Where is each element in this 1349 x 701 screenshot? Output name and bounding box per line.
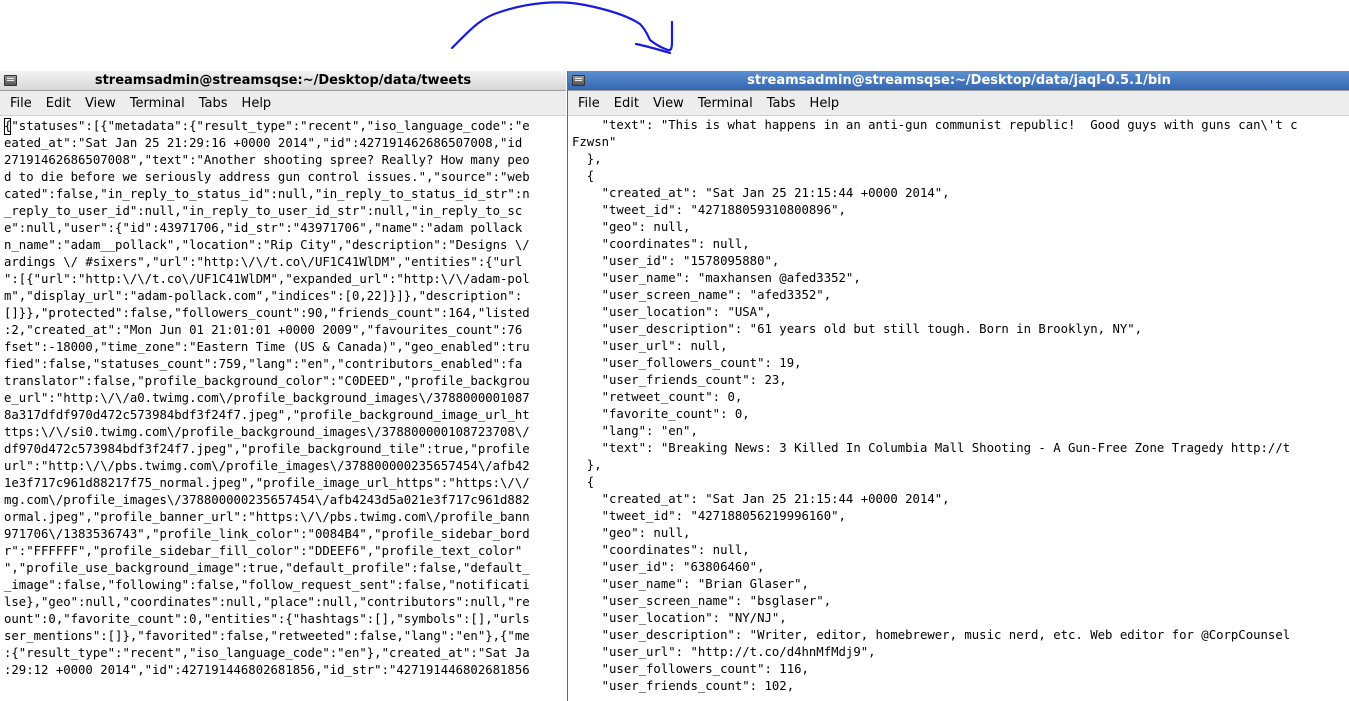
terminal-line: "user_id": "63806460", <box>572 560 765 574</box>
terminal-window-tweets[interactable]: streamsadmin@streamsqse:~/Desktop/data/t… <box>0 71 566 701</box>
terminal-window-jaql[interactable]: streamsadmin@streamsqse:~/Desktop/data/j… <box>567 71 1349 701</box>
terminal-line: "user_followers_count": 116, <box>572 662 809 676</box>
terminal-line: url":"http:\/\/pbs.twimg.com\/profile_im… <box>4 459 530 473</box>
terminal-line: "user_friends_count": 23, <box>572 373 787 387</box>
terminal-line: Fzwsn" <box>572 135 617 149</box>
terminal-line: "geo": null, <box>572 220 691 234</box>
menu-view[interactable]: View <box>646 96 691 111</box>
window-title: streamsadmin@streamsqse:~/Desktop/data/j… <box>747 73 1171 88</box>
terminal-line: "text": "Breaking News: 3 Killed In Colu… <box>572 441 1291 455</box>
terminal-line: mg.com\/profile_images\/3788000002356574… <box>4 493 530 507</box>
terminal-line: lse},"geo":null,"coordinates":null,"plac… <box>4 595 530 609</box>
menu-help[interactable]: Help <box>803 96 847 111</box>
terminal-line: "user_friends_count": 102, <box>572 679 795 693</box>
terminal-line: "user_location": "NY/NJ", <box>572 611 787 625</box>
terminal-line: eated_at":"Sat Jan 25 21:29:16 +0000 201… <box>4 136 523 150</box>
terminal-line: _reply_to_user_id":null,"in_reply_to_use… <box>4 204 523 218</box>
terminal-line: }, <box>572 152 602 166</box>
terminal-line: 27191462686507008","text":"Another shoot… <box>4 153 530 167</box>
menu-edit[interactable]: Edit <box>607 96 646 111</box>
terminal-line: _image":false,"following":false,"follow_… <box>4 578 530 592</box>
terminal-line: {"statuses":[{"metadata":{"result_type":… <box>4 119 530 133</box>
terminal-line: "lang": "en", <box>572 424 698 438</box>
terminal-line: :{"result_type":"recent","iso_language_c… <box>4 646 530 660</box>
menu-terminal[interactable]: Terminal <box>123 96 192 111</box>
terminal-line: "tweet_id": "427188059310800896", <box>572 203 846 217</box>
terminal-line: ount":0,"favorite_count":0,"entities":{"… <box>4 612 530 626</box>
menu-terminal[interactable]: Terminal <box>691 96 760 111</box>
terminal-line: "coordinates": null, <box>572 543 750 557</box>
terminal-line: fset":-18000,"time_zone":"Eastern Time (… <box>4 340 530 354</box>
terminal-line: :2,"created_at":"Mon Jun 01 21:01:01 +00… <box>4 323 523 337</box>
terminal-line: e":null,"user":{"id":43971706,"id_str":"… <box>4 221 523 235</box>
menu-edit[interactable]: Edit <box>39 96 78 111</box>
terminal-line: { <box>572 475 595 489</box>
terminal-output[interactable]: "text": "This is what happens in an anti… <box>568 116 1349 695</box>
terminal-line: 1e3f717c961d88217f75_normal.jpeg","profi… <box>4 476 530 490</box>
terminal-line: ","profile_use_background_image":true,"d… <box>4 561 530 575</box>
terminal-line: []}},"protected":false,"followers_count"… <box>4 306 530 320</box>
menu-view[interactable]: View <box>78 96 123 111</box>
terminal-line: r":"FFFFFF","profile_sidebar_fill_color"… <box>4 544 523 558</box>
terminal-line: "user_url": "http://t.co/d4hnMfMdj9", <box>572 645 876 659</box>
menu-file[interactable]: File <box>571 96 607 111</box>
terminal-window-icon[interactable] <box>572 75 585 86</box>
hand-drawn-arrow <box>450 1 674 55</box>
terminal-line: "tweet_id": "427188056219996160", <box>572 509 846 523</box>
titlebar[interactable]: streamsadmin@streamsqse:~/Desktop/data/j… <box>568 71 1349 91</box>
terminal-line: n_name":"adam__pollack","location":"Rip … <box>4 238 530 252</box>
terminal-window-icon[interactable] <box>4 75 17 86</box>
menu-help[interactable]: Help <box>235 96 279 111</box>
menubar: File Edit View Terminal Tabs Help <box>0 91 566 116</box>
terminal-line: "coordinates": null, <box>572 237 750 251</box>
terminal-line: df970d472c573984bdf3f24f7.jpeg","profile… <box>4 442 530 456</box>
terminal-line: ser_mentions":[]},"favorited":false,"ret… <box>4 629 530 643</box>
terminal-line: "user_screen_name": "bsglaser", <box>572 594 832 608</box>
terminal-line: ormal.jpeg","profile_banner_url":"https:… <box>4 510 530 524</box>
terminal-line: translator":false,"profile_background_co… <box>4 374 530 388</box>
terminal-line: e_url":"http:\/\/a0.twimg.com\/profile_b… <box>4 391 530 405</box>
terminal-line: d to die before we seriously address gun… <box>4 170 530 184</box>
terminal-output[interactable]: {"statuses":[{"metadata":{"result_type":… <box>0 116 566 679</box>
terminal-line: 971706\/1383536743","profile_link_color"… <box>4 527 530 541</box>
terminal-line: m","display_url":"adam-pollack.com","ind… <box>4 289 523 303</box>
terminal-line: "text": "This is what happens in an anti… <box>572 118 1298 132</box>
terminal-line: }, <box>572 458 602 472</box>
text-cursor <box>4 118 11 135</box>
terminal-line: "user_name": "Brian Glaser", <box>572 577 809 591</box>
terminal-line: ardings \/ #sixers","url":"http:\/\/t.co… <box>4 255 523 269</box>
terminal-line: :29:12 +0000 2014","id":4271914468026818… <box>4 663 530 677</box>
terminal-line: "geo": null, <box>572 526 691 540</box>
terminal-line: "user_description": "Writer, editor, hom… <box>572 628 1291 642</box>
terminal-line: "created_at": "Sat Jan 25 21:15:44 +0000… <box>572 492 950 506</box>
menu-tabs[interactable]: Tabs <box>192 96 235 111</box>
terminal-line: "created_at": "Sat Jan 25 21:15:44 +0000… <box>572 186 950 200</box>
terminal-line: "user_description": "61 years old but st… <box>572 322 1143 336</box>
terminal-line: "user_url": null, <box>572 339 728 353</box>
terminal-line: ":[{"url":"http:\/\/t.co\/UF1C41WlDM","e… <box>4 272 530 286</box>
terminal-line: "user_screen_name": "afed3352", <box>572 288 832 302</box>
terminal-line: ttps:\/\/si0.twimg.com\/profile_backgrou… <box>4 425 530 439</box>
terminal-line: "favorite_count": 0, <box>572 407 750 421</box>
window-title: streamsadmin@streamsqse:~/Desktop/data/t… <box>94 73 472 88</box>
terminal-line: cated":false,"in_reply_to_status_id":nul… <box>4 187 530 201</box>
terminal-line: { <box>572 169 595 183</box>
terminal-line: "user_location": "USA", <box>572 305 772 319</box>
terminal-line: fied":false,"statuses_count":759,"lang":… <box>4 357 523 371</box>
menu-file[interactable]: File <box>3 96 39 111</box>
terminal-line: "retweet_count": 0, <box>572 390 743 404</box>
terminal-line: "user_id": "1578095880", <box>572 254 780 268</box>
terminal-line: "user_name": "maxhansen @afed3352", <box>572 271 861 285</box>
menubar: File Edit View Terminal Tabs Help <box>568 91 1349 116</box>
terminal-line: "user_followers_count": 19, <box>572 356 802 370</box>
menu-tabs[interactable]: Tabs <box>760 96 803 111</box>
titlebar[interactable]: streamsadmin@streamsqse:~/Desktop/data/t… <box>0 71 566 91</box>
terminal-line: 8a317dfdf970d472c573984bdf3f24f7.jpeg","… <box>4 408 530 422</box>
